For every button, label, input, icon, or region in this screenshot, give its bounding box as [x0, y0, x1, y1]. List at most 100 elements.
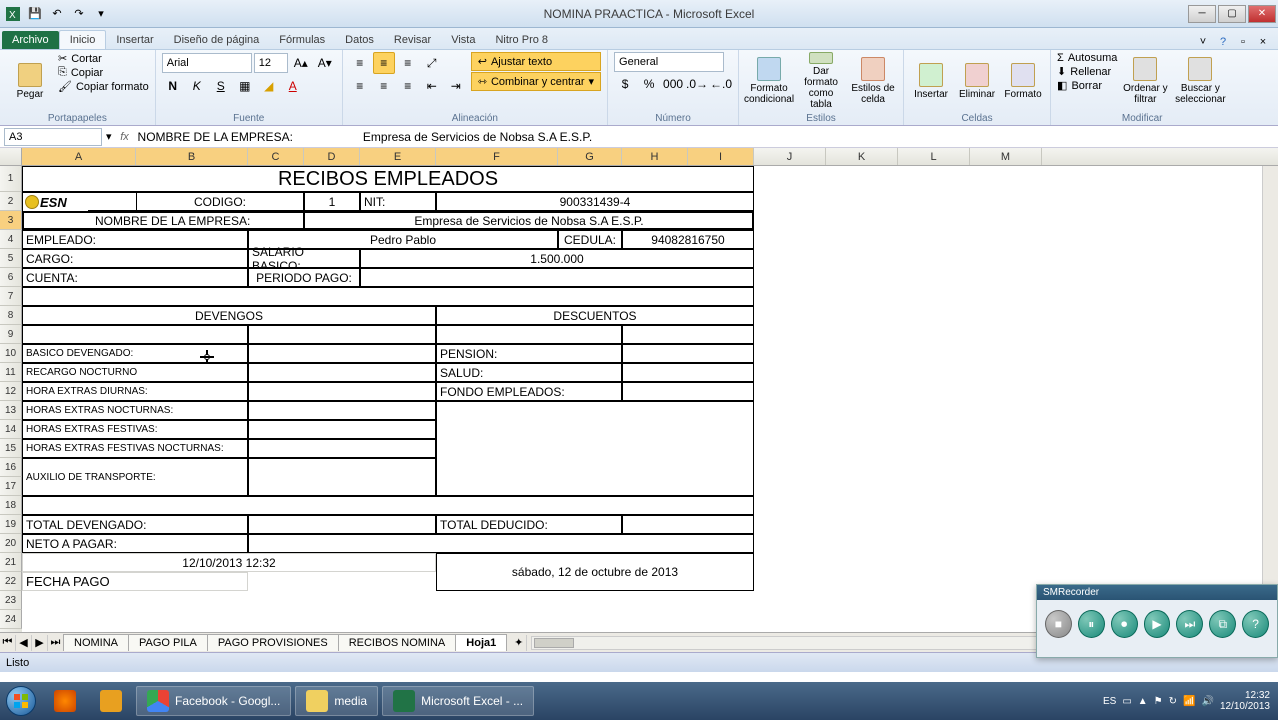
- align-center-icon[interactable]: ≡: [373, 75, 395, 97]
- font-name-select[interactable]: [162, 53, 252, 73]
- cell-empresa-value[interactable]: Empresa de Servicios de Nobsa S.A E.S.P.: [304, 211, 754, 230]
- align-left-icon[interactable]: ≡: [349, 75, 371, 97]
- tab-diseno[interactable]: Diseño de página: [164, 31, 270, 49]
- rec-skip-icon[interactable]: ⏭: [1176, 610, 1203, 638]
- format-cells-button[interactable]: Formato: [1002, 52, 1044, 110]
- tab-vista[interactable]: Vista: [441, 31, 485, 49]
- worksheet-grid[interactable]: 123456789101112131415161718192021222324 …: [0, 166, 1278, 632]
- align-right-icon[interactable]: ≡: [397, 75, 419, 97]
- cell-total-ded-label[interactable]: TOTAL DEDUCIDO:: [436, 515, 622, 534]
- comma-icon[interactable]: 000: [662, 73, 684, 95]
- cell-pension-val[interactable]: [622, 344, 754, 363]
- taskbar-clock[interactable]: 12:32 12/10/2013: [1220, 690, 1270, 712]
- rec-screenshot-icon[interactable]: ⧉: [1209, 610, 1236, 638]
- tray-flag-icon[interactable]: ▭: [1122, 696, 1131, 707]
- cell-dev-11[interactable]: RECARGO NOCTURNO: [22, 363, 248, 382]
- cell-dev-val-12[interactable]: [248, 382, 436, 401]
- copy-button[interactable]: ⎘Copiar: [58, 66, 149, 79]
- rec-help-icon[interactable]: ?: [1242, 610, 1269, 638]
- window-restore-icon[interactable]: ▫: [1236, 35, 1250, 49]
- format-table-button[interactable]: Dar formato como tabla: [797, 52, 845, 110]
- col-header-L[interactable]: L: [898, 148, 970, 165]
- cell-total-ded-val[interactable]: [622, 515, 754, 534]
- grow-font-icon[interactable]: A▴: [290, 52, 312, 74]
- col-header-H[interactable]: H: [622, 148, 688, 165]
- taskbar-firefox[interactable]: [44, 686, 86, 716]
- sort-filter-button[interactable]: Ordenar y filtrar: [1121, 52, 1169, 110]
- tab-datos[interactable]: Datos: [335, 31, 384, 49]
- cell-desc-blank[interactable]: [436, 401, 754, 496]
- new-sheet-icon[interactable]: ✦: [511, 635, 527, 651]
- taskbar-folder[interactable]: media: [295, 686, 378, 716]
- clear-button[interactable]: ◧Borrar: [1057, 79, 1117, 92]
- cell-total-dev-label[interactable]: TOTAL DEVENGADO:: [22, 515, 248, 534]
- cell-empleado-label[interactable]: EMPLEADO:: [22, 230, 248, 249]
- tab-insertar[interactable]: Insertar: [106, 31, 163, 49]
- col-header-A[interactable]: A: [22, 148, 136, 165]
- row-header-23[interactable]: 23: [0, 591, 22, 610]
- cell-9a[interactable]: [22, 325, 248, 344]
- percent-icon[interactable]: %: [638, 73, 660, 95]
- row-header-15[interactable]: 15: [0, 439, 22, 458]
- cell-auxilio-val[interactable]: [248, 458, 436, 496]
- rec-play-icon[interactable]: ▶: [1144, 610, 1171, 638]
- cell-dev-val-10[interactable]: [248, 344, 436, 363]
- excel-icon[interactable]: X: [4, 5, 22, 23]
- minimize-ribbon-icon[interactable]: ˅: [1196, 35, 1210, 49]
- row-header-5[interactable]: 5: [0, 249, 22, 268]
- tray-network-icon[interactable]: 📶: [1183, 696, 1195, 707]
- row-header-1[interactable]: 1: [0, 166, 22, 192]
- cell-descuentos-header[interactable]: DESCUENTOS: [436, 306, 754, 325]
- taskbar-excel[interactable]: Microsoft Excel - ...: [382, 686, 534, 716]
- name-box[interactable]: [4, 128, 102, 146]
- maximize-button[interactable]: ▢: [1218, 5, 1246, 23]
- indent-increase-icon[interactable]: ⇥: [445, 75, 467, 97]
- sheet-tab-pagoprov[interactable]: PAGO PROVISIONES: [207, 634, 339, 651]
- cell-9b[interactable]: [248, 325, 436, 344]
- tab-inicio[interactable]: Inicio: [59, 30, 107, 49]
- orientation-icon[interactable]: ⤢: [421, 52, 443, 74]
- font-color-button[interactable]: A: [282, 75, 304, 97]
- window-close-icon[interactable]: ×: [1256, 35, 1270, 49]
- row-header-10[interactable]: 10: [0, 344, 22, 363]
- cut-button[interactable]: ✂Cortar: [58, 52, 149, 65]
- cell-styles-button[interactable]: Estilos de celda: [849, 52, 897, 110]
- merge-center-button[interactable]: ⇿Combinar y centrar▾: [471, 72, 601, 91]
- number-format-select[interactable]: [614, 52, 724, 72]
- close-button[interactable]: ✕: [1248, 5, 1276, 23]
- cell-dev-val-13[interactable]: [248, 401, 436, 420]
- format-painter-button[interactable]: 🖌Copiar formato: [58, 80, 149, 93]
- cell-cuenta-label[interactable]: CUENTA:: [22, 268, 248, 287]
- row-header-7[interactable]: 7: [0, 287, 22, 306]
- cell-periodo-value[interactable]: [360, 268, 754, 287]
- col-header-B[interactable]: B: [136, 148, 248, 165]
- italic-button[interactable]: K: [186, 75, 208, 97]
- row-header-21[interactable]: 21: [0, 553, 22, 572]
- border-button[interactable]: ▦: [234, 75, 256, 97]
- cell-timestamp[interactable]: 12/10/2013 12:32: [22, 553, 436, 572]
- cell-pension-label[interactable]: PENSION:: [436, 344, 622, 363]
- cell-fecha-text[interactable]: sábado, 12 de octubre de 2013: [436, 553, 754, 591]
- tray-volume-icon[interactable]: 🔊: [1201, 696, 1213, 707]
- cell-dev-10[interactable]: BASICO DEVENGADO:: [22, 344, 248, 363]
- row-header-3[interactable]: 3: [0, 211, 22, 230]
- col-header-K[interactable]: K: [826, 148, 898, 165]
- row-header-18[interactable]: 18: [0, 496, 22, 515]
- col-header-E[interactable]: E: [360, 148, 436, 165]
- align-top-icon[interactable]: ≡: [349, 52, 371, 74]
- cell-blank-7[interactable]: [22, 287, 754, 306]
- cell-fondo-val[interactable]: [622, 382, 754, 401]
- taskbar-app2[interactable]: [90, 686, 132, 716]
- col-header-D[interactable]: D: [304, 148, 360, 165]
- cell-dev-val-14[interactable]: [248, 420, 436, 439]
- cell-codigo-label[interactable]: CODIGO:: [136, 192, 304, 211]
- smrecorder-window[interactable]: SMRecorder ■ ⏸ ⏺ ▶ ⏭ ⧉ ?: [1036, 584, 1278, 658]
- col-header-C[interactable]: C: [248, 148, 304, 165]
- fill-button[interactable]: ⬇Rellenar: [1057, 65, 1117, 78]
- row-header-9[interactable]: 9: [0, 325, 22, 344]
- tab-file[interactable]: Archivo: [2, 31, 59, 49]
- cell-title[interactable]: RECIBOS EMPLEADOS: [22, 166, 754, 192]
- row-header-22[interactable]: 22: [0, 572, 22, 591]
- row-header-11[interactable]: 11: [0, 363, 22, 382]
- cell-dev-13[interactable]: HORAS EXTRAS NOCTURNAS:: [22, 401, 248, 420]
